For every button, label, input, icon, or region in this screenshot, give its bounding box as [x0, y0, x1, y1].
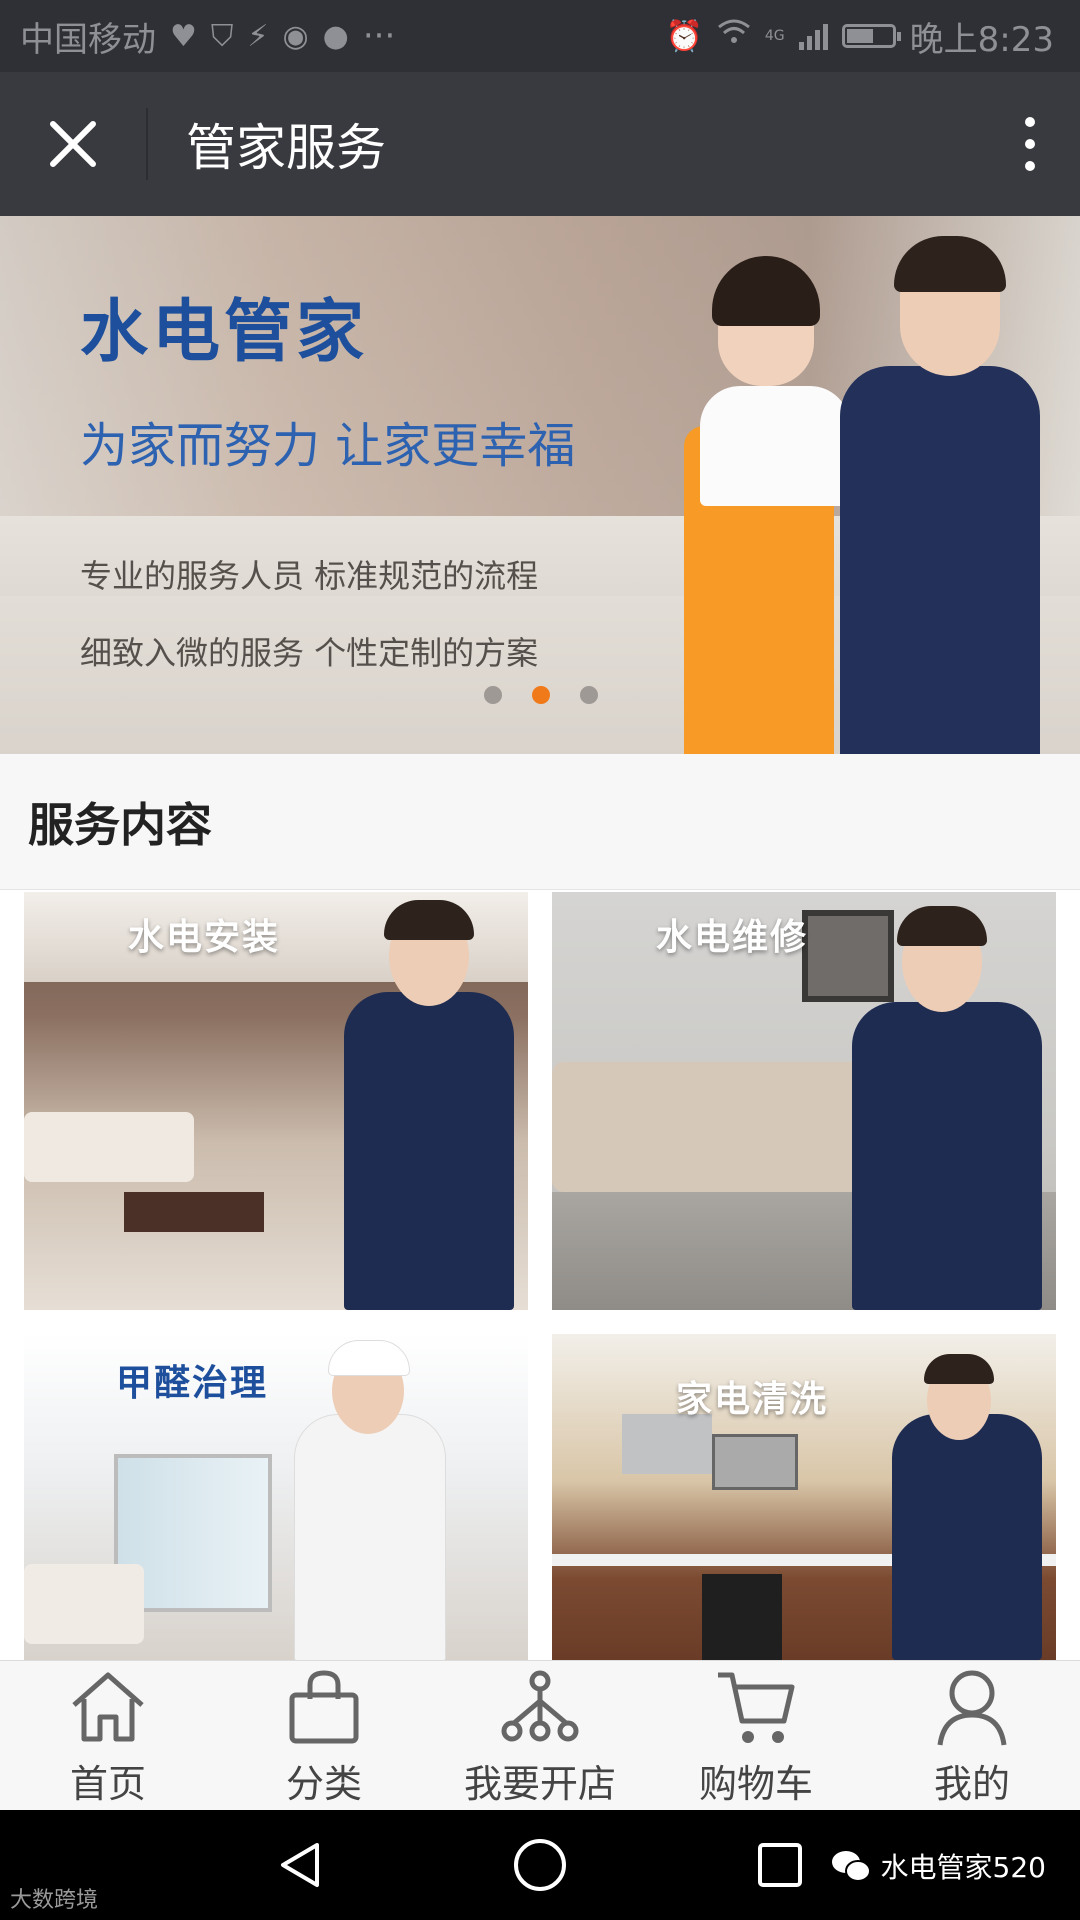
- service-card-formaldehyde[interactable]: 甲醛治理: [24, 1334, 528, 1660]
- service-label: 家电清洗: [676, 1379, 829, 1420]
- worker-image: [852, 1002, 1042, 1310]
- promo-banner[interactable]: 水电管家 为家而努力 让家更幸福 专业的服务人员 标准规范的流程 细致入微的服务…: [0, 216, 1080, 754]
- tab-open-store[interactable]: 我要开店: [432, 1661, 648, 1811]
- home-circle-icon: [514, 1839, 566, 1891]
- carrier-name: 中国移动: [20, 19, 156, 60]
- service-card-repair[interactable]: 水电维修: [552, 892, 1056, 1310]
- room-sofa: [24, 1564, 144, 1644]
- chat-bubble-icon: ●: [322, 18, 349, 54]
- system-recents-button[interactable]: [720, 1810, 840, 1920]
- close-button[interactable]: [0, 72, 146, 216]
- close-icon: [50, 121, 96, 167]
- tab-category[interactable]: 分类: [216, 1661, 432, 1811]
- microwave: [712, 1434, 798, 1490]
- store-network-icon: [501, 1670, 579, 1741]
- recents-square-icon: [758, 1843, 802, 1887]
- system-navigation-bar: 水电管家520 大数跨境: [0, 1810, 1080, 1920]
- signal-icon: [798, 22, 828, 50]
- oven: [702, 1574, 782, 1660]
- room-table: [124, 1192, 264, 1232]
- carousel-dot[interactable]: [532, 686, 550, 704]
- staff-man-image: [840, 366, 1040, 754]
- user-icon: [937, 1670, 1007, 1745]
- range-hood: [622, 1414, 712, 1474]
- bottom-tab-bar: 首页 分类 我要开店 购物车 我的: [0, 1660, 1080, 1811]
- worker-cap: [328, 1340, 410, 1376]
- wall-picture: [802, 910, 894, 1002]
- heart-icon: ♥: [170, 18, 197, 54]
- tab-home[interactable]: 首页: [0, 1661, 216, 1811]
- carousel-dot[interactable]: [484, 686, 502, 704]
- banner-feature-line: 专业的服务人员 标准规范的流程: [80, 557, 539, 595]
- status-bar: 中国移动 ♥ ⛉ ⚡ ◉ ● ··· ⏰ 4G 晚上8:23: [0, 0, 1080, 72]
- more-dot-icon: [1025, 117, 1035, 127]
- wifi-icon: [717, 18, 751, 54]
- flash-icon: ⚡: [247, 18, 269, 54]
- service-label: 水电安装: [128, 917, 281, 958]
- shield-icon: ⛉: [210, 18, 234, 54]
- system-back-button[interactable]: [240, 1810, 360, 1920]
- tab-label: 分类: [285, 1761, 362, 1806]
- banner-brand: 水电管家: [80, 293, 369, 372]
- section-title: 服务内容: [0, 754, 1080, 890]
- more-dot-icon: [1025, 161, 1035, 171]
- banner-slogan: 为家而努力 让家更幸福: [80, 418, 576, 474]
- tab-label: 首页: [69, 1761, 146, 1806]
- carousel-dot[interactable]: [580, 686, 598, 704]
- banner-feature-line: 细致入微的服务 个性定制的方案: [80, 634, 539, 672]
- home-icon: [72, 1672, 144, 1741]
- wechat-icon: [831, 1851, 871, 1882]
- watermark: 水电管家520: [831, 1846, 1046, 1886]
- network-type: 4G: [764, 28, 785, 44]
- worker-image: [294, 1414, 446, 1660]
- page-title: 管家服务: [186, 119, 386, 177]
- title-bar: 管家服务: [0, 72, 1080, 216]
- worker-image: [344, 992, 514, 1310]
- staff-woman-shirt: [700, 386, 850, 506]
- watermark-account: 水电管家520: [880, 1851, 1046, 1884]
- corner-watermark: 大数跨境: [10, 1888, 99, 1913]
- tab-mine[interactable]: 我的: [864, 1661, 1080, 1811]
- service-label: 水电维修: [656, 917, 809, 958]
- worker-hair: [897, 906, 987, 946]
- service-card-appliance-cleaning[interactable]: 家电清洗: [552, 1334, 1056, 1660]
- back-triangle-icon: [281, 1843, 319, 1887]
- app-notification-icon: ◉: [282, 18, 309, 54]
- more-dot-icon: [1025, 139, 1035, 149]
- system-home-button[interactable]: [480, 1810, 600, 1920]
- cart-icon: [718, 1672, 795, 1743]
- carousel-indicator[interactable]: [484, 686, 598, 704]
- more-notifications: ···: [362, 16, 396, 56]
- service-grid: 水电安装 水电维修 甲醛治理 家电清洗: [0, 890, 1080, 1660]
- more-menu-button[interactable]: [980, 72, 1080, 216]
- worker-hair: [924, 1354, 994, 1384]
- battery-icon: [841, 24, 901, 48]
- tab-label: 我要开店: [463, 1761, 616, 1806]
- room-sofa: [24, 1112, 194, 1182]
- tab-cart[interactable]: 购物车: [648, 1661, 864, 1811]
- bag-icon: [289, 1669, 359, 1743]
- tab-label: 我的: [933, 1761, 1010, 1806]
- alarm-icon: ⏰: [665, 18, 703, 54]
- nav-divider: [146, 108, 148, 180]
- service-label: 甲醛治理: [116, 1363, 269, 1404]
- worker-image: [892, 1414, 1042, 1660]
- tab-label: 购物车: [698, 1761, 813, 1806]
- clock: 晚上8:23: [909, 19, 1054, 60]
- service-card-install[interactable]: 水电安装: [24, 892, 528, 1310]
- room-sofa: [552, 1062, 882, 1192]
